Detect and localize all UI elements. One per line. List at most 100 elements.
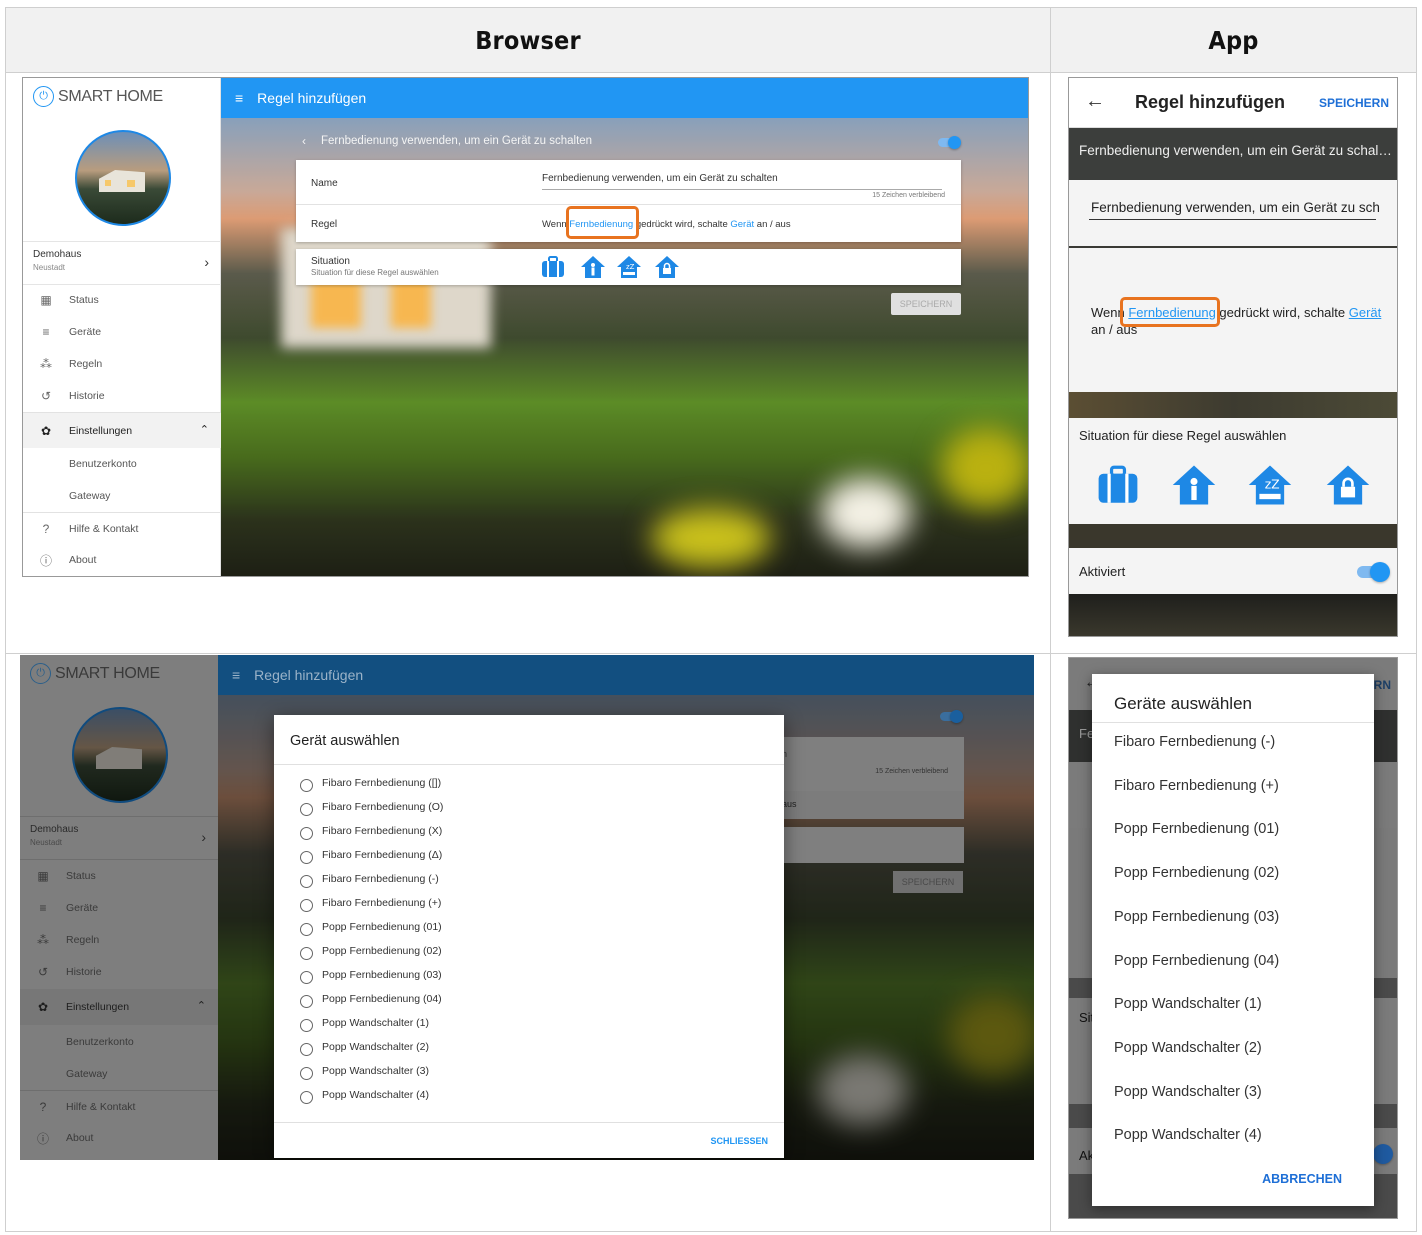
list-icon: ≡ <box>39 901 47 915</box>
app-header: ← Regel hinzufügen SPEICHERN <box>1069 78 1397 128</box>
nav-label: Regeln <box>66 934 100 946</box>
banner-text: Fernbedienung verwenden, um ein Gerät zu… <box>1079 143 1392 158</box>
chevron-up-icon: ⌃ <box>199 424 209 436</box>
device-link[interactable]: Gerät <box>730 219 754 230</box>
chevron-right-icon: › <box>201 829 206 845</box>
app-option-item[interactable]: Fibaro Fernbedienung (+) <box>1114 778 1279 794</box>
toggle-knob <box>1373 1144 1393 1164</box>
radio-button[interactable] <box>300 1091 313 1104</box>
app-option-item[interactable]: Fibaro Fernbedienung (-) <box>1114 734 1275 750</box>
app-option-item[interactable]: Popp Wandschalter (1) <box>1114 996 1262 1012</box>
option-label[interactable]: Popp Fernbedienung (04) <box>322 993 442 1005</box>
user-selector[interactable]: Demohaus Neustadt › <box>23 241 221 285</box>
nav-gateway[interactable]: Gateway <box>23 480 221 512</box>
cancel-button[interactable]: ABBRECHEN <box>1262 1172 1342 1186</box>
back-icon[interactable]: ‹ <box>302 134 306 148</box>
close-button[interactable]: SCHLIESSEN <box>710 1136 768 1146</box>
nav-devices[interactable]: ≡ Geräte <box>23 316 221 348</box>
home-lock-icon[interactable] <box>654 254 680 280</box>
nav-label: About <box>66 1132 94 1144</box>
option-label[interactable]: Popp Fernbedienung (03) <box>322 969 442 981</box>
nav-status[interactable]: ▦ Status <box>23 284 221 316</box>
radio-button[interactable] <box>300 923 313 936</box>
option-label[interactable]: Fibaro Fernbedienung (X) <box>322 825 442 837</box>
option-label[interactable]: Popp Fernbedienung (02) <box>322 945 442 957</box>
option-label[interactable]: Fibaro Fernbedienung ([]) <box>322 777 441 789</box>
home-person-icon[interactable] <box>580 254 606 280</box>
app-option-item[interactable]: Popp Fernbedienung (03) <box>1114 909 1279 925</box>
bg-fragment: aus <box>782 799 797 809</box>
app-option-item[interactable]: Popp Wandschalter (4) <box>1114 1127 1262 1143</box>
suitcase-icon[interactable] <box>540 254 566 280</box>
radio-button[interactable] <box>300 851 313 864</box>
radio-button[interactable] <box>300 1019 313 1032</box>
radio-button[interactable] <box>300 1043 313 1056</box>
option-label[interactable]: Popp Wandschalter (2) <box>322 1041 429 1053</box>
option-label[interactable]: Fibaro Fernbedienung (-) <box>322 873 439 885</box>
brand-name: SMART HOME <box>55 664 160 682</box>
radio-button[interactable] <box>300 1067 313 1080</box>
history-icon: ↺ <box>37 965 49 979</box>
option-label[interactable]: Popp Wandschalter (4) <box>322 1089 429 1101</box>
app-device-dialog: Geräte auswählen Fibaro Fernbedienung (-… <box>1092 674 1374 1206</box>
nav-history[interactable]: ↺ Historie <box>23 380 221 412</box>
radio-button[interactable] <box>300 875 313 888</box>
svg-text:zZ: zZ <box>626 263 635 271</box>
radio-button[interactable] <box>300 947 313 960</box>
option-label[interactable]: Fibaro Fernbedienung (+) <box>322 897 441 909</box>
app-save-button[interactable]: SPEICHERN <box>1319 96 1389 110</box>
radio-button[interactable] <box>300 827 313 840</box>
radio-button[interactable] <box>300 971 313 984</box>
rule-label: Regel <box>311 219 338 230</box>
option-label[interactable]: Fibaro Fernbedienung (Δ) <box>322 849 442 861</box>
app-device-link[interactable]: Gerät <box>1349 305 1382 320</box>
input-underline <box>1089 219 1376 220</box>
app-name-input[interactable]: Fernbedienung verwenden, um ein Gerät zu… <box>1091 200 1380 215</box>
option-label[interactable]: Popp Wandschalter (3) <box>322 1065 429 1077</box>
home-lock-icon[interactable] <box>1325 462 1371 508</box>
device-select-dialog: Gerät auswählen Fibaro Fernbedienung ([]… <box>274 715 784 1158</box>
nav-label: Gateway <box>69 490 111 502</box>
nav-rules[interactable]: ⁂ Regeln <box>23 348 221 380</box>
user-location: Neustadt <box>30 838 63 847</box>
nav-label: Einstellungen <box>69 424 133 437</box>
app-option-item[interactable]: Popp Wandschalter (3) <box>1114 1084 1262 1100</box>
home-sleep-icon[interactable]: zZ <box>1247 462 1293 508</box>
brand-logo: ⏻ SMART HOME <box>30 663 160 684</box>
option-label[interactable]: Fibaro Fernbedienung (O) <box>322 801 443 813</box>
home-sleep-icon[interactable]: zZ <box>616 254 642 280</box>
radio-button[interactable] <box>300 995 313 1008</box>
radio-button[interactable] <box>300 803 313 816</box>
app-option-item[interactable]: Popp Fernbedienung (02) <box>1114 865 1279 881</box>
radio-button[interactable] <box>300 899 313 912</box>
option-label[interactable]: Popp Fernbedienung (01) <box>322 921 442 933</box>
menu-icon[interactable]: ≡ <box>235 90 243 106</box>
situation-label: Situation <box>311 256 350 267</box>
nav-about[interactable]: ⓘ About <box>23 544 221 576</box>
nav-rules: ⁂ Regeln <box>20 924 218 956</box>
app-option-item[interactable]: Popp Wandschalter (2) <box>1114 1040 1262 1056</box>
page-title: Regel hinzufügen <box>254 667 364 683</box>
suitcase-icon[interactable] <box>1095 464 1141 506</box>
back-arrow-icon[interactable]: ← <box>1085 90 1105 113</box>
row-divider <box>5 653 1417 654</box>
app-option-item[interactable]: Popp Fernbedienung (01) <box>1114 821 1279 837</box>
help-icon: ? <box>39 1099 47 1114</box>
nav-account[interactable]: Benutzerkonto <box>23 448 221 480</box>
activated-label: Aktiviert <box>1079 564 1126 579</box>
nav-about: ⓘ About <box>20 1122 218 1154</box>
nav-help[interactable]: ? Hilfe & Kontakt <box>23 512 221 544</box>
save-button[interactable]: SPEICHERN <box>891 293 961 315</box>
name-input[interactable]: Fernbedienung verwenden, um ein Gerät zu… <box>542 173 778 184</box>
nav-label: Historie <box>66 966 102 978</box>
app-option-item[interactable]: Popp Fernbedienung (04) <box>1114 953 1279 969</box>
rule-text: gedrückt wird, schalte <box>633 219 731 230</box>
option-label[interactable]: Popp Wandschalter (1) <box>322 1017 429 1029</box>
toggle-knob <box>948 136 961 149</box>
nav-settings[interactable]: ✿ Einstellungen ⌃ <box>23 412 221 448</box>
home-person-icon[interactable] <box>1171 462 1217 508</box>
highlight-box <box>566 206 639 239</box>
sidebar: ⏻ SMART HOME Demohaus Neustadt › ▦ Status… <box>23 78 221 576</box>
chevron-right-icon: › <box>204 254 209 270</box>
radio-button[interactable] <box>300 779 313 792</box>
